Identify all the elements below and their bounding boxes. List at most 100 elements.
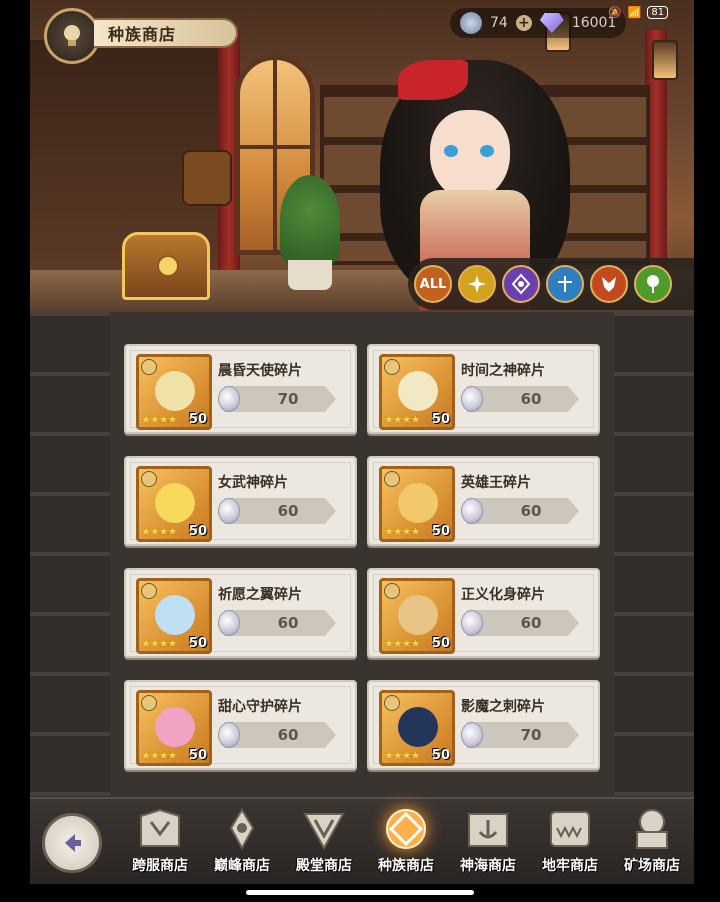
- page-title: 种族商店: [94, 18, 238, 48]
- shop-item-card[interactable]: ★★★★ 50 甜心守护碎片 60: [124, 680, 357, 770]
- plant: [280, 175, 340, 265]
- item-quantity: 50: [431, 524, 450, 539]
- currency-amount: 74: [490, 15, 508, 31]
- nav-tab-label: 跨服商店: [132, 858, 188, 874]
- currency-bar: 74 + 16001: [450, 8, 627, 38]
- item-price: 60: [520, 502, 542, 520]
- faction-badge-icon: [384, 583, 400, 599]
- nav-tab-hall-shop[interactable]: 殿堂商店: [284, 805, 364, 881]
- status-bar: 🔕 📶 81: [608, 6, 669, 19]
- hero-avatar: [155, 483, 195, 523]
- faction-badge-icon: [141, 695, 157, 711]
- hero-portrait: ★★★★ 50: [379, 578, 455, 654]
- shop-item-card[interactable]: ★★★★ 50 祈愿之翼碎片 60: [124, 568, 357, 658]
- shop-item-card[interactable]: ★★★★ 50 女武神碎片 60: [124, 456, 357, 546]
- nav-tab-label: 巅峰商店: [214, 858, 270, 874]
- shop-panel: ★★★★ 50 晨昏天使碎片 70 ★★★★ 50 时间之神碎片 60 ★★★★…: [30, 312, 694, 797]
- hero-avatar: [398, 483, 438, 523]
- fire-faction-icon[interactable]: [590, 265, 628, 303]
- shard-coin-icon: [218, 386, 240, 412]
- add-currency-button[interactable]: +: [515, 15, 532, 31]
- filter-all-button[interactable]: ALL: [414, 265, 452, 303]
- price-tag: 60: [224, 722, 336, 748]
- shard-coin-icon: [460, 12, 482, 34]
- panel-pillar: [30, 312, 110, 797]
- hero-portrait: ★★★★ 50: [136, 354, 212, 430]
- item-name: 晨昏天使碎片: [218, 363, 302, 379]
- item-quantity: 50: [431, 748, 450, 763]
- item-quantity: 50: [188, 524, 207, 539]
- sea-god-shop-icon: [464, 805, 512, 853]
- shop-scene: 种族商店 74 + 16001 🔕 📶 81 ALL: [30, 0, 694, 312]
- star-rating: ★★★★: [141, 637, 177, 650]
- hero-portrait: ★★★★ 50: [379, 690, 455, 766]
- star-rating: ★★★★: [384, 637, 420, 650]
- star-rating: ★★★★: [384, 525, 420, 538]
- faction-badge-icon: [384, 359, 400, 375]
- nav-tab-cross-server-shop[interactable]: 跨服商店: [120, 805, 200, 881]
- satchel-icon: [182, 150, 232, 206]
- hero-avatar: [155, 707, 195, 747]
- back-button[interactable]: [42, 813, 102, 873]
- shop-item-card[interactable]: ★★★★ 50 晨昏天使碎片 70: [124, 344, 357, 434]
- item-price: 60: [277, 502, 299, 520]
- item-name: 甜心守护碎片: [218, 699, 302, 715]
- hall-shop-icon: [300, 805, 348, 853]
- shop-emblem-icon[interactable]: [44, 8, 100, 64]
- item-name: 正义化身碎片: [461, 587, 545, 603]
- shop-item-card[interactable]: ★★★★ 50 影魔之刺碎片 70: [367, 680, 600, 770]
- light-faction-icon[interactable]: [458, 265, 496, 303]
- nav-tab-mine-shop[interactable]: 矿场商店: [612, 805, 692, 881]
- shop-item-card[interactable]: ★★★★ 50 时间之神碎片 60: [367, 344, 600, 434]
- plant-pot: [288, 260, 332, 290]
- nav-tab-label: 矿场商店: [624, 858, 680, 874]
- cross-server-shop-icon: [136, 805, 184, 853]
- star-rating: ★★★★: [384, 413, 420, 426]
- item-price: 70: [277, 390, 299, 408]
- shard-coin-icon: [461, 610, 483, 636]
- hero-portrait: ★★★★ 50: [136, 578, 212, 654]
- price-tag: 60: [467, 498, 579, 524]
- item-quantity: 50: [188, 412, 207, 427]
- price-tag: 60: [467, 610, 579, 636]
- game-window: 种族商店 74 + 16001 🔕 📶 81 ALL ★★★★ 50 晨昏天使碎…: [30, 0, 694, 884]
- nav-tab-peak-shop[interactable]: 巅峰商店: [202, 805, 282, 881]
- item-price: 60: [277, 614, 299, 632]
- shop-item-card[interactable]: ★★★★ 50 正义化身碎片 60: [367, 568, 600, 658]
- hero-avatar: [398, 595, 438, 635]
- treasure-chest-icon: [122, 232, 210, 300]
- peak-shop-icon: [218, 805, 266, 853]
- diamond-icon: [539, 13, 564, 33]
- nav-tab-label: 种族商店: [378, 858, 434, 874]
- dark-faction-icon[interactable]: [502, 265, 540, 303]
- faction-badge-icon: [141, 471, 157, 487]
- star-rating: ★★★★: [141, 749, 177, 762]
- nav-tab-sea-god-shop[interactable]: 神海商店: [448, 805, 528, 881]
- hero-portrait: ★★★★ 50: [379, 466, 455, 542]
- item-quantity: 50: [431, 636, 450, 651]
- item-price: 60: [520, 390, 542, 408]
- item-quantity: 50: [431, 412, 450, 427]
- faction-filter-bar: ALL: [408, 258, 694, 310]
- nav-tab-dungeon-shop[interactable]: 地牢商店: [530, 805, 610, 881]
- item-name: 时间之神碎片: [461, 363, 545, 379]
- shard-coin-icon: [218, 722, 240, 748]
- faction-badge-icon: [141, 583, 157, 599]
- shop-item-card[interactable]: ★★★★ 50 英雄王碎片 60: [367, 456, 600, 546]
- nature-faction-icon[interactable]: [634, 265, 672, 303]
- faction-badge-icon: [384, 471, 400, 487]
- nav-tab-race-shop[interactable]: 种族商店: [366, 805, 446, 881]
- shard-coin-icon: [218, 498, 240, 524]
- hero-avatar: [398, 707, 438, 747]
- item-quantity: 50: [188, 636, 207, 651]
- nav-tab-label: 神海商店: [460, 858, 516, 874]
- price-tag: 70: [467, 722, 579, 748]
- item-price: 60: [520, 614, 542, 632]
- hero-avatar: [398, 371, 438, 411]
- shard-coin-icon: [461, 386, 483, 412]
- home-indicator: [246, 890, 474, 895]
- shop-nav-bar: 跨服商店 巅峰商店 殿堂商店 种族商店 神海商店 地牢商店 矿场商店: [30, 797, 694, 884]
- water-faction-icon[interactable]: [546, 265, 584, 303]
- item-price: 60: [277, 726, 299, 744]
- hero-portrait: ★★★★ 50: [136, 466, 212, 542]
